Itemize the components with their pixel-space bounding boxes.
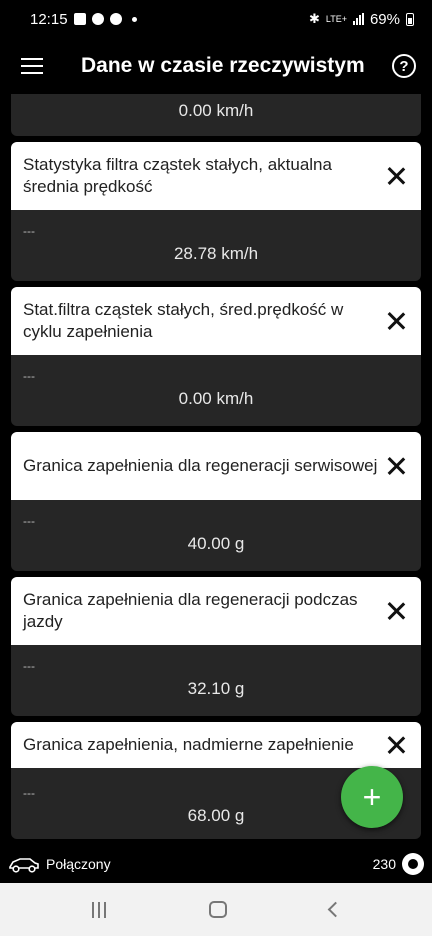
bluetooth-icon: ✱ xyxy=(308,11,320,26)
hamburger-icon xyxy=(21,58,43,73)
card-value: 32.10 g xyxy=(187,679,245,698)
menu-button[interactable] xyxy=(0,38,64,94)
card-title: Granica zapełnienia dla regeneracji serw… xyxy=(23,456,378,475)
card-header: Granica zapełnienia dla regeneracji podc… xyxy=(11,577,421,645)
network-type: LTE+ xyxy=(325,13,347,24)
card-value: 40.00 g xyxy=(187,534,245,553)
data-card: Granica zapełnienia dla regeneracji serw… xyxy=(11,432,421,571)
card-title: Granica zapełnienia dla regeneracji podc… xyxy=(23,590,358,631)
data-card: Stat.filtra cząstek stałych, śred.prędko… xyxy=(11,287,421,426)
app-bar: Dane w czasie rzeczywistym ? xyxy=(0,38,432,94)
add-button[interactable]: + xyxy=(341,766,403,828)
card-header: Granica zapełnienia dla regeneracji serw… xyxy=(11,432,421,500)
data-card: Statystyka filtra cząstek stałych, aktua… xyxy=(11,142,421,281)
status-time: 12:15 xyxy=(30,10,68,28)
card-header: Stat.filtra cząstek stałych, śred.prędko… xyxy=(11,287,421,355)
close-icon[interactable] xyxy=(387,602,405,620)
gallery-icon xyxy=(73,13,86,25)
card-value: 28.78 km/h xyxy=(173,244,259,263)
gauge-icon[interactable] xyxy=(402,853,424,875)
plus-icon: + xyxy=(362,779,382,815)
connection-bar: Połączony 230 xyxy=(0,845,432,883)
close-icon[interactable] xyxy=(387,167,405,185)
home-icon[interactable] xyxy=(208,901,227,918)
page-title: Dane w czasie rzeczywistym xyxy=(81,54,365,77)
close-icon[interactable] xyxy=(387,457,405,475)
card-header: Granica zapełnienia, nadmierne zapełnien… xyxy=(11,722,421,768)
system-nav-bar xyxy=(0,883,432,936)
card-title: Statystyka filtra cząstek stałych, aktua… xyxy=(23,155,332,196)
connection-status: Połączony xyxy=(46,856,111,872)
card-subtitle: --- xyxy=(23,369,35,383)
card-subtitle: --- xyxy=(23,659,35,673)
card-value: 0.00 km/h xyxy=(178,389,254,408)
data-count: 230 xyxy=(372,856,396,872)
card-subtitle: --- xyxy=(23,224,35,238)
facebook-icon xyxy=(91,13,104,25)
recents-icon[interactable] xyxy=(91,901,106,918)
battery-percent: 69% xyxy=(369,10,400,28)
data-card: 0.00 km/h xyxy=(11,94,421,136)
close-icon[interactable] xyxy=(387,312,405,330)
back-icon[interactable] xyxy=(327,901,343,918)
card-value: 0.00 km/h xyxy=(178,101,254,120)
status-bar: 12:15 ✱ LTE+ 69% xyxy=(0,0,432,38)
card-title: Granica zapełnienia, nadmierne zapełnien… xyxy=(23,735,354,754)
help-button[interactable]: ? xyxy=(392,54,416,78)
content-list[interactable]: 0.00 km/h Statystyka filtra cząstek stał… xyxy=(0,94,432,840)
more-notifications-icon xyxy=(131,16,137,22)
card-header: Statystyka filtra cząstek stałych, aktua… xyxy=(11,142,421,210)
card-subtitle: --- xyxy=(23,514,35,528)
close-icon[interactable] xyxy=(387,736,405,754)
data-card: Granica zapełnienia dla regeneracji podc… xyxy=(11,577,421,716)
card-title: Stat.filtra cząstek stałych, śred.prędko… xyxy=(23,300,344,341)
battery-icon xyxy=(406,12,414,26)
signal-icon xyxy=(352,13,364,25)
car-icon xyxy=(8,855,40,873)
messenger-icon xyxy=(109,13,122,25)
